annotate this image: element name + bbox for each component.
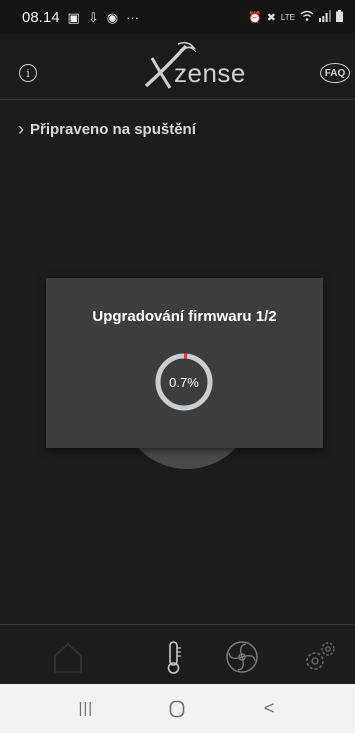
home-circle-icon [170, 700, 185, 717]
bottom-navigation [0, 624, 355, 684]
system-navigation-bar: ||| < [0, 684, 355, 733]
mute-icon: ✖ [266, 11, 276, 24]
device-status-text: Připraveno na spuštění [30, 121, 196, 138]
wifi-icon [300, 10, 314, 25]
fan-icon[interactable] [224, 639, 260, 675]
alarm-icon: ⏰ [248, 11, 262, 24]
settings-icon[interactable] [302, 639, 338, 675]
back-icon: < [263, 698, 275, 718]
signal-icon [319, 9, 331, 25]
back-button[interactable]: < [254, 694, 284, 724]
home-button[interactable] [162, 694, 192, 724]
image-icon: ▣ [67, 9, 80, 25]
faq-button[interactable]: FAQ [320, 63, 350, 83]
dialog-title: Upgradování firmwaru 1/2 [92, 308, 277, 325]
clock: 08.14 [22, 8, 60, 26]
battery-icon [336, 9, 343, 25]
logo-text: zense [174, 58, 246, 88]
faq-label: FAQ [324, 67, 346, 79]
info-icon: i [26, 66, 30, 80]
facebook-icon: ◉ [106, 9, 119, 25]
home-icon[interactable] [50, 639, 86, 675]
status-left: 08.14 ▣ ⇩ ◉ ··· [22, 9, 139, 26]
device-status-row[interactable]: › Připraveno na spuštění [18, 119, 196, 140]
download-icon: ⇩ [87, 9, 99, 25]
info-button[interactable]: i [19, 64, 37, 82]
volte-icon: LTE [280, 12, 295, 22]
thermometer-icon[interactable] [156, 639, 192, 675]
status-right: ⏰ ✖ LTE [248, 9, 343, 25]
recents-icon: ||| [78, 700, 94, 717]
xzense-logo: zense [138, 38, 248, 98]
firmware-upgrade-dialog: Upgradování firmwaru 1/2 0.7% [46, 278, 323, 448]
more-notifications-icon: ··· [126, 9, 140, 25]
status-bar: 08.14 ▣ ⇩ ◉ ··· ⏰ ✖ LTE [0, 0, 355, 34]
progress-percent: 0.7% [169, 374, 199, 390]
recents-button[interactable]: ||| [71, 694, 101, 724]
app-header: i zense FAQ [0, 34, 355, 100]
chevron-right-icon: › [18, 119, 24, 139]
